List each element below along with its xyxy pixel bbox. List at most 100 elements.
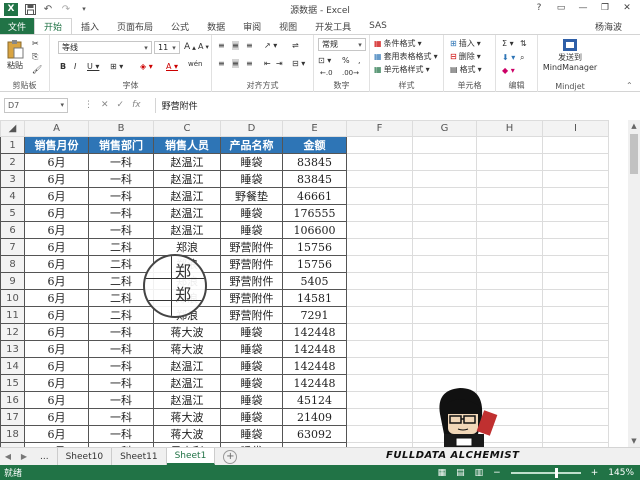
- table-cell[interactable]: 106600: [282, 221, 347, 240]
- table-cell[interactable]: 蒋大波: [153, 425, 221, 444]
- empty-cell[interactable]: [542, 374, 609, 393]
- empty-cell[interactable]: [346, 221, 413, 240]
- empty-cell[interactable]: [346, 272, 413, 291]
- table-cell[interactable]: 赵温江: [153, 204, 221, 223]
- table-cell[interactable]: 一科: [88, 323, 154, 342]
- table-cell[interactable]: 63092: [282, 425, 347, 444]
- table-header-cell[interactable]: 销售部门: [88, 136, 154, 155]
- scrollbar-thumb[interactable]: [630, 134, 638, 174]
- table-cell[interactable]: 6月: [24, 408, 89, 427]
- empty-cell[interactable]: [412, 272, 477, 291]
- row-header[interactable]: 11: [0, 306, 25, 325]
- scroll-down-icon[interactable]: ▼: [628, 435, 640, 447]
- empty-cell[interactable]: [542, 204, 609, 223]
- empty-cell[interactable]: [346, 323, 413, 342]
- empty-cell[interactable]: [542, 272, 609, 291]
- align-bottom-icon[interactable]: ≡: [246, 41, 253, 50]
- empty-cell[interactable]: [412, 255, 477, 274]
- empty-cell[interactable]: [542, 136, 609, 155]
- tab-page-layout[interactable]: 页面布局: [108, 18, 162, 34]
- empty-cell[interactable]: [346, 255, 413, 274]
- formula-input[interactable]: 野营附件: [154, 97, 628, 113]
- restore-icon[interactable]: ❐: [594, 0, 616, 16]
- table-cell[interactable]: 45124: [282, 391, 347, 410]
- row-header[interactable]: 16: [0, 391, 25, 410]
- page-layout-view-icon[interactable]: ▤: [456, 468, 465, 478]
- row-header[interactable]: 15: [0, 374, 25, 393]
- table-header-cell[interactable]: 销售人员: [153, 136, 221, 155]
- row-header[interactable]: 7: [0, 238, 25, 257]
- empty-cell[interactable]: [412, 187, 477, 206]
- decrease-indent-icon[interactable]: ⇤: [264, 59, 271, 68]
- table-cell[interactable]: 一科: [88, 153, 154, 172]
- empty-cell[interactable]: [476, 272, 543, 291]
- insert-function-icon[interactable]: fx: [132, 100, 141, 110]
- empty-cell[interactable]: [542, 340, 609, 359]
- column-header[interactable]: A: [24, 120, 89, 138]
- phonetic-icon[interactable]: wén: [188, 60, 202, 68]
- zoom-out-icon[interactable]: −: [493, 468, 501, 478]
- table-cell[interactable]: 176555: [282, 204, 347, 223]
- table-header-cell[interactable]: 金额: [282, 136, 347, 155]
- empty-cell[interactable]: [542, 255, 609, 274]
- vertical-scrollbar[interactable]: ▲ ▼: [628, 120, 640, 447]
- align-top-icon[interactable]: ≡: [218, 41, 225, 50]
- close-icon[interactable]: ✕: [616, 0, 638, 16]
- table-cell[interactable]: 142448: [282, 357, 347, 376]
- tab-sas[interactable]: SAS: [360, 18, 396, 34]
- format-as-table-button[interactable]: ▦ 套用表格格式 ▾: [374, 51, 438, 62]
- table-cell[interactable]: 一科: [88, 170, 154, 189]
- empty-cell[interactable]: [542, 289, 609, 308]
- tab-insert[interactable]: 插入: [72, 18, 108, 34]
- table-cell[interactable]: 赵温江: [153, 170, 221, 189]
- fill-color-icon[interactable]: ◈ ▾: [140, 62, 153, 71]
- row-header[interactable]: 17: [0, 408, 25, 427]
- table-cell[interactable]: 睡袋: [220, 408, 283, 427]
- table-cell[interactable]: 睡袋: [220, 425, 283, 444]
- zoom-level[interactable]: 145%: [608, 468, 634, 478]
- underline-icon[interactable]: U ▾: [87, 62, 99, 71]
- empty-cell[interactable]: [346, 238, 413, 257]
- table-cell[interactable]: 睡袋: [220, 170, 283, 189]
- percent-icon[interactable]: %: [342, 56, 350, 65]
- table-cell[interactable]: 睡袋: [220, 374, 283, 393]
- empty-cell[interactable]: [346, 306, 413, 325]
- empty-cell[interactable]: [476, 323, 543, 342]
- table-cell[interactable]: 142448: [282, 374, 347, 393]
- user-name[interactable]: 杨海波: [595, 18, 640, 34]
- next-sheet-icon[interactable]: ▶: [16, 452, 32, 461]
- table-cell[interactable]: 蒋大波: [153, 340, 221, 359]
- empty-cell[interactable]: [412, 221, 477, 240]
- font-color-icon[interactable]: A ▾: [166, 62, 178, 71]
- row-header[interactable]: 4: [0, 187, 25, 206]
- sort-filter-icon[interactable]: ⇅: [520, 39, 527, 48]
- table-cell[interactable]: 6月: [24, 187, 89, 206]
- add-sheet-icon[interactable]: +: [223, 449, 238, 464]
- empty-cell[interactable]: [476, 153, 543, 172]
- tab-data[interactable]: 数据: [198, 18, 234, 34]
- font-name-select[interactable]: 等线 ▾: [58, 41, 152, 54]
- tab-home[interactable]: 开始: [34, 18, 73, 34]
- tab-review[interactable]: 审阅: [234, 18, 270, 34]
- empty-cell[interactable]: [346, 374, 413, 393]
- table-cell[interactable]: 6月: [24, 170, 89, 189]
- table-header-cell[interactable]: 产品名称: [220, 136, 283, 155]
- align-middle-icon[interactable]: ≡: [232, 41, 239, 50]
- empty-cell[interactable]: [346, 204, 413, 223]
- table-cell[interactable]: 野营附件: [220, 238, 283, 257]
- table-cell[interactable]: 睡袋: [220, 391, 283, 410]
- empty-cell[interactable]: [542, 153, 609, 172]
- empty-cell[interactable]: [346, 425, 413, 444]
- empty-cell[interactable]: [346, 340, 413, 359]
- empty-cell[interactable]: [346, 391, 413, 410]
- table-cell[interactable]: 睡袋: [220, 323, 283, 342]
- table-cell[interactable]: 一科: [88, 340, 154, 359]
- decrease-font-icon[interactable]: A ▾: [198, 42, 209, 51]
- table-cell[interactable]: 野营附件: [220, 272, 283, 291]
- select-all-corner[interactable]: ◢: [0, 120, 25, 138]
- wrap-text-icon[interactable]: ⇌: [292, 41, 299, 50]
- table-cell[interactable]: 46661: [282, 187, 347, 206]
- column-header[interactable]: F: [346, 120, 413, 138]
- table-cell[interactable]: 一科: [88, 204, 154, 223]
- clear-icon[interactable]: ◆ ▾: [502, 66, 515, 75]
